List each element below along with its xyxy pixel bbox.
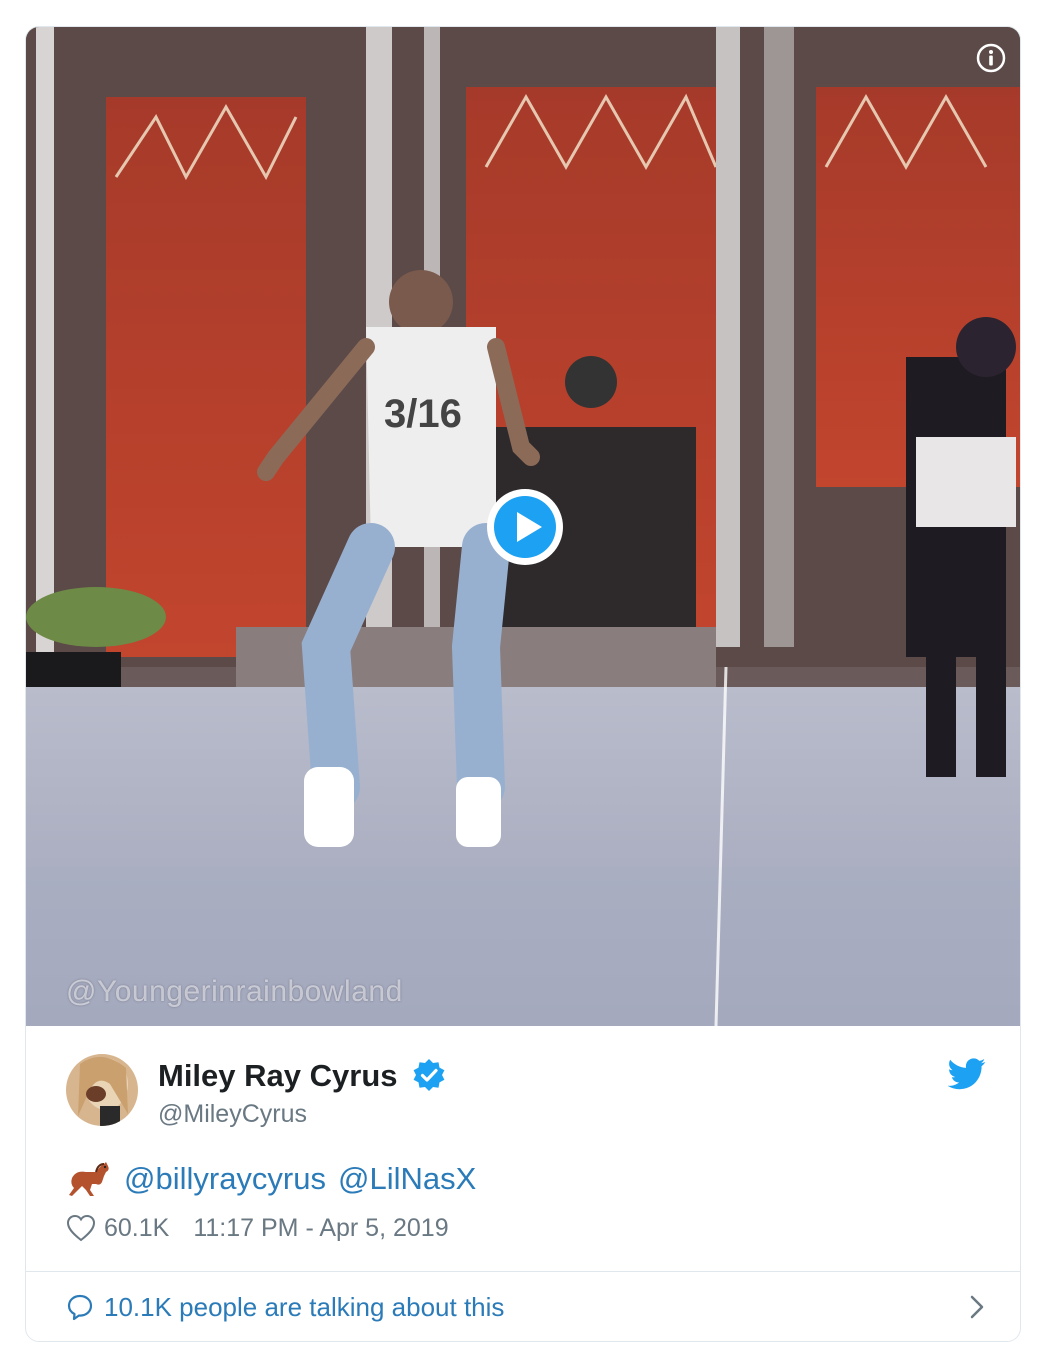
verified-badge-icon xyxy=(413,1059,445,1091)
talking-about-text: 10.1K people are talking about this xyxy=(104,1291,505,1322)
play-icon[interactable] xyxy=(484,486,566,568)
avatar-image xyxy=(66,1054,138,1126)
horse-emoji-icon xyxy=(69,1162,109,1196)
timestamp[interactable]: 11:17 PM - Apr 5, 2019 xyxy=(193,1214,448,1243)
tweet-meta: 60.1K 11:17 PM - Apr 5, 2019 xyxy=(66,1211,449,1245)
video-watermark: @Youngerinrainbowland xyxy=(66,975,403,1008)
video-media[interactable]: 3/16 @Youngerinrainbowland xyxy=(26,27,1020,1026)
divider xyxy=(26,1271,1020,1272)
like-count[interactable]: 60.1K xyxy=(104,1214,169,1243)
conversation-link[interactable]: 10.1K people are talking about this xyxy=(66,1283,986,1331)
twitter-bird-icon[interactable] xyxy=(948,1058,986,1090)
author-handle[interactable]: @MileyCyrus xyxy=(158,1100,307,1129)
avatar[interactable] xyxy=(66,1054,138,1126)
tweet-text: @billyraycyrus @LilNasX xyxy=(66,1160,476,1198)
author-name[interactable]: Miley Ray Cyrus xyxy=(158,1058,398,1094)
tweet-embed-card: 3/16 @Youngerinrainbowland Miley Ray Cyr… xyxy=(25,26,1021,1342)
mention-link[interactable]: @LilNasX xyxy=(338,1161,476,1197)
svg-text:3/16: 3/16 xyxy=(384,392,462,436)
chevron-right-icon xyxy=(970,1295,984,1319)
heart-icon[interactable] xyxy=(66,1214,96,1242)
author-row: Miley Ray Cyrus @MileyCyrus xyxy=(66,1054,986,1134)
speech-bubble-icon xyxy=(67,1294,93,1321)
info-icon[interactable] xyxy=(976,43,1006,73)
mention-link[interactable]: @billyraycyrus xyxy=(124,1161,326,1197)
